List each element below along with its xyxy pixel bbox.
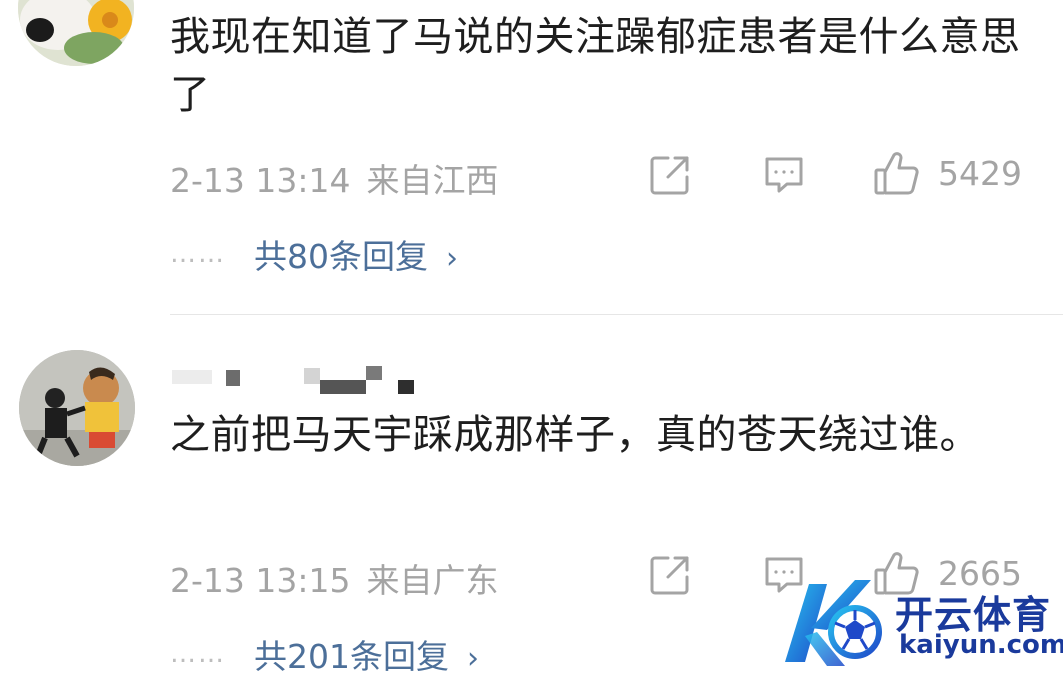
comment-time: 2-13 13:15 bbox=[170, 561, 351, 600]
chevron-right-icon: › bbox=[446, 241, 458, 276]
view-replies-link[interactable]: …… 共80条回复 › bbox=[170, 230, 458, 278]
avatar[interactable] bbox=[19, 350, 135, 466]
comment-time: 2-13 13:14 bbox=[170, 161, 351, 200]
comment-meta: 2-13 13:14 来自江西 bbox=[170, 154, 499, 202]
comment-text: 我现在知道了马说的关注躁郁症患者是什么意思了 bbox=[170, 14, 1021, 118]
avatar[interactable] bbox=[18, 0, 134, 66]
comment-text: 之前把马天宇踩成那样子，真的苍天绕过谁。 bbox=[170, 412, 980, 458]
thumbs-up-icon[interactable] bbox=[873, 150, 921, 198]
username-mosaic bbox=[170, 362, 430, 398]
comment-location: 来自广东 bbox=[366, 561, 499, 600]
comment-location: 来自江西 bbox=[366, 161, 499, 200]
chevron-right-icon: › bbox=[467, 641, 479, 676]
comment-icon[interactable] bbox=[762, 153, 806, 197]
watermark-logo-icon bbox=[785, 580, 882, 666]
reply-dots: …… bbox=[170, 239, 226, 269]
reply-count: 共201条回复 bbox=[254, 637, 449, 676]
share-icon[interactable] bbox=[648, 553, 692, 597]
reply-dots: …… bbox=[170, 639, 226, 669]
divider bbox=[170, 314, 1063, 315]
share-icon[interactable] bbox=[648, 153, 692, 197]
watermark: 开云体育 kaiyun.com bbox=[775, 568, 1063, 676]
comment-meta: 2-13 13:15 来自广东 bbox=[170, 554, 499, 602]
reply-count: 共80条回复 bbox=[254, 237, 428, 276]
view-replies-link[interactable]: …… 共201条回复 › bbox=[170, 630, 479, 678]
watermark-url: kaiyun.com bbox=[899, 630, 1063, 660]
like-count: 5429 bbox=[938, 154, 1022, 193]
